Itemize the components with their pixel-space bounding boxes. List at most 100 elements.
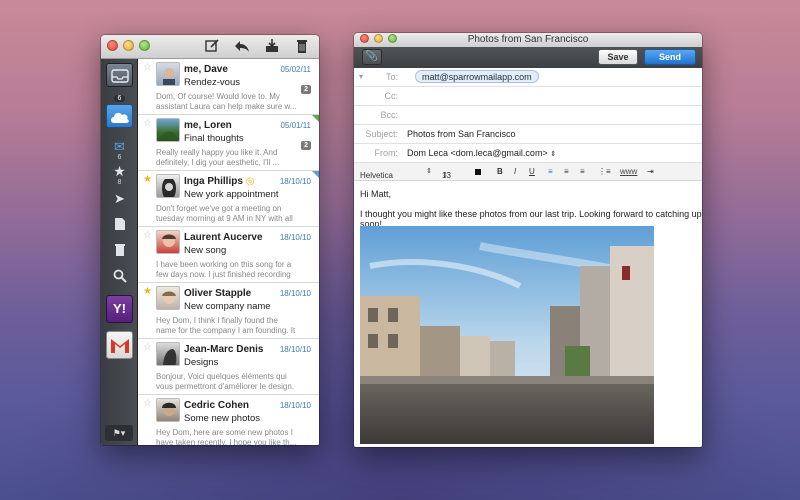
minimize-button[interactable]	[123, 40, 134, 51]
message-date: 05/01/11	[280, 121, 311, 130]
compose-toolbar: 📎 Save Send	[354, 47, 702, 68]
message-subject: New song	[184, 245, 227, 256]
from-select[interactable]: Dom Leca <dom.leca@gmail.com> ⇕	[407, 148, 556, 158]
message-date: 18/10/10	[279, 289, 311, 298]
sender-name: Oliver Stapple	[184, 288, 252, 299]
titlebar	[101, 35, 319, 59]
star-icon[interactable]: ☆	[143, 230, 152, 241]
star-icon[interactable]: ★	[143, 174, 152, 185]
trash-icon[interactable]	[293, 38, 311, 56]
recipient-chip[interactable]: matt@sparrowmailapp.com	[415, 70, 539, 83]
send-button[interactable]: Send	[644, 49, 696, 65]
vip-icon: ◎	[245, 176, 255, 187]
compose-window: Photos from San Francisco 📎 Save Send ▾ …	[354, 33, 702, 447]
avatar	[156, 62, 180, 86]
star-icon[interactable]: ★	[143, 286, 152, 297]
archive-icon[interactable]	[263, 38, 281, 56]
close-button[interactable]	[107, 40, 118, 51]
save-button[interactable]: Save	[598, 49, 638, 65]
message-subject: Some new photos	[184, 413, 261, 424]
message-subject: New company name	[184, 301, 271, 312]
message-preview: I have been working on this song for a f…	[156, 260, 292, 279]
sender-name: Laurent Aucerve	[184, 232, 263, 243]
star-icon[interactable]: ☆	[143, 398, 152, 409]
search-icon[interactable]	[105, 269, 134, 286]
bullet-list-icon[interactable]: ⋮≡	[598, 167, 611, 176]
from-label: From:	[374, 148, 399, 158]
inbox-all-icon[interactable]	[106, 63, 133, 87]
window-title: Photos from San Francisco	[467, 34, 589, 45]
text-color-swatch[interactable]	[475, 169, 481, 175]
attach-icon[interactable]: 📎	[362, 49, 382, 65]
subject-row[interactable]: Subject: Photos from San Francisco	[354, 125, 702, 144]
avatar	[156, 342, 180, 366]
message-row[interactable]: ☆ me, Loren 05/01/11 Final thoughts 2 Re…	[138, 115, 319, 171]
to-row: ▾ To: matt@sparrowmailapp.com	[354, 68, 702, 87]
message-date: 05/02/11	[280, 65, 311, 74]
message-preview: Dom, Of course! Would love to. My assist…	[156, 92, 297, 111]
attached-photo[interactable]	[360, 226, 654, 444]
message-preview: Don't forget we've got a meeting on tues…	[156, 204, 293, 223]
align-center-icon[interactable]: ≡	[564, 167, 569, 176]
message-preview: Really really happy you like it. And def…	[156, 148, 280, 167]
align-left-icon[interactable]: ≡	[548, 167, 553, 176]
avatar	[156, 230, 180, 254]
sender-name: me, Dave	[184, 64, 228, 75]
cloud-account-icon[interactable]	[106, 104, 133, 128]
bcc-label: Bcc:	[380, 110, 398, 120]
avatar	[156, 174, 180, 198]
indent-icon[interactable]: ⇥	[647, 167, 654, 176]
sidebar: 6 ✉ 6 ★ 8 ➤ Y! ⚑▾	[101, 59, 138, 445]
message-row[interactable]: ★ Oliver Stapple 18/10/10 New company na…	[138, 283, 319, 339]
star-icon[interactable]: ★	[105, 163, 134, 180]
insert-link-button[interactable]: www	[620, 167, 637, 176]
message-subject: Designs	[184, 357, 219, 368]
message-row[interactable]: ☆ me, Dave 05/02/11 Rendez-vous 2 Dom, O…	[138, 59, 319, 115]
tags-menu-button[interactable]: ⚑▾	[105, 425, 133, 441]
reply-icon[interactable]	[233, 38, 251, 56]
sender-name: Inga Phillips ◎	[184, 176, 255, 187]
label-flag	[312, 171, 319, 178]
italic-button[interactable]: I	[514, 167, 516, 176]
subject-label: Subject:	[365, 129, 398, 139]
underline-button[interactable]: U	[529, 167, 535, 176]
titlebar: Photos from San Francisco	[354, 33, 702, 47]
star-icon[interactable]: ☆	[143, 118, 152, 129]
format-toolbar: Helvetica ⇕ 13 ⇕ B I U ≡ ≡ ≡ ⋮≡ www ⇥	[354, 163, 702, 181]
message-row[interactable]: ☆ Laurent Aucerve 18/10/10 New song I ha…	[138, 227, 319, 283]
zoom-button[interactable]	[139, 40, 150, 51]
sender-name: Jean-Marc Denis	[184, 344, 264, 355]
star-icon[interactable]: ☆	[143, 62, 152, 73]
starred-count: 8	[117, 179, 122, 186]
to-label: To:	[385, 72, 398, 82]
gmail-account-icon[interactable]	[106, 331, 133, 359]
message-preview: Hey Dom, here are some new photos I have…	[156, 428, 297, 445]
subject-field[interactable]: Photos from San Francisco	[407, 129, 516, 139]
message-row[interactable]: ☆ Cedric Cohen 18/10/10 Some new photos …	[138, 395, 319, 445]
yahoo-account-icon[interactable]: Y!	[106, 295, 133, 323]
cc-label: Cc:	[384, 91, 399, 101]
star-icon[interactable]: ☆	[143, 342, 152, 353]
bcc-row[interactable]: Bcc:	[354, 106, 702, 125]
thread-count: 2	[301, 141, 311, 150]
message-preview: Hey Dom, I think I finally found the nam…	[156, 316, 296, 335]
message-subject: Rendez-vous	[184, 77, 240, 88]
bold-button[interactable]: B	[497, 167, 503, 176]
message-subject: New york appointment	[184, 189, 279, 200]
drafts-icon[interactable]	[105, 217, 134, 234]
compose-icon[interactable]	[203, 38, 221, 56]
font-select-arrow-icon[interactable]: ⇕	[426, 167, 432, 175]
trash-folder-icon[interactable]	[105, 243, 134, 260]
message-row[interactable]: ★ Inga Phillips ◎ 18/10/10 New york appo…	[138, 171, 319, 227]
message-list: ☆ me, Dave 05/02/11 Rendez-vous 2 Dom, O…	[138, 59, 319, 445]
label-flag	[312, 115, 319, 122]
sent-icon[interactable]: ➤	[105, 191, 134, 207]
mail-list-window: 6 ✉ 6 ★ 8 ➤ Y! ⚑▾ ☆ me, Dave 05/02/11 Re…	[101, 35, 319, 445]
cc-row[interactable]: Cc:	[354, 87, 702, 106]
thread-count: 2	[301, 85, 311, 94]
message-date: 18/10/10	[279, 233, 311, 242]
message-date: 18/10/10	[279, 345, 311, 354]
inbox-icon[interactable]: ✉	[105, 139, 134, 155]
align-right-icon[interactable]: ≡	[580, 167, 585, 176]
message-row[interactable]: ☆ Jean-Marc Denis 18/10/10 Designs Bonjo…	[138, 339, 319, 395]
